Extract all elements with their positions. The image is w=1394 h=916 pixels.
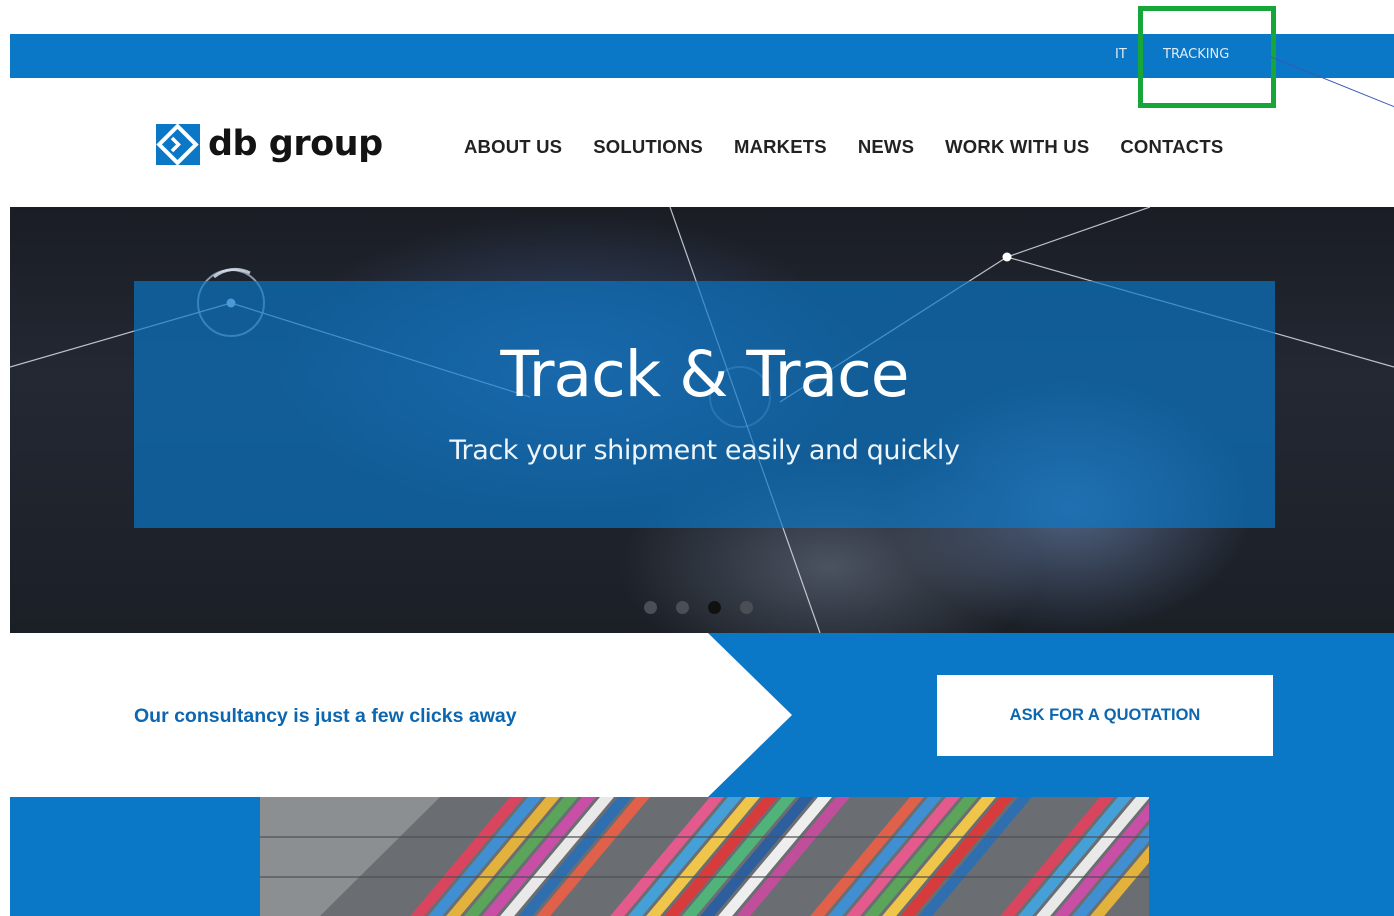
nav-item-solutions[interactable]: SOLUTIONS bbox=[593, 136, 703, 158]
hero-slider: Track & Trace Track your shipment easily… bbox=[10, 207, 1394, 633]
tracking-link[interactable]: TRACKING bbox=[1163, 47, 1229, 62]
quotation-cta-strip: Our consultancy is just a few clicks awa… bbox=[10, 633, 1394, 797]
slider-dot-2[interactable] bbox=[676, 601, 689, 614]
language-switch-it[interactable]: IT bbox=[1115, 47, 1127, 62]
slider-dot-4[interactable] bbox=[740, 601, 753, 614]
main-navigation: ABOUT US SOLUTIONS MARKETS NEWS WORK WIT… bbox=[464, 136, 1223, 158]
nav-item-about-us[interactable]: ABOUT US bbox=[464, 136, 562, 158]
slider-dot-1[interactable] bbox=[644, 601, 657, 614]
nav-item-news[interactable]: NEWS bbox=[858, 136, 914, 158]
nav-item-markets[interactable]: MARKETS bbox=[734, 136, 827, 158]
logo-wordmark: db group bbox=[208, 124, 383, 164]
hero-caption-band: Track & Trace Track your shipment easily… bbox=[134, 281, 1275, 528]
hero-subtitle: Track your shipment easily and quickly bbox=[449, 435, 960, 466]
hero-title: Track & Trace bbox=[500, 338, 909, 411]
nav-item-contacts[interactable]: CONTACTS bbox=[1120, 136, 1223, 158]
nav-item-work-with-us[interactable]: WORK WITH US bbox=[945, 136, 1089, 158]
logo-diamond-icon bbox=[156, 124, 200, 165]
slider-pagination bbox=[644, 601, 772, 614]
brand-logo[interactable]: db group bbox=[156, 124, 383, 165]
slider-dot-3-active[interactable] bbox=[708, 601, 721, 614]
cta-text: Our consultancy is just a few clicks awa… bbox=[134, 705, 517, 727]
shipping-containers-image bbox=[260, 797, 1149, 916]
lower-section bbox=[10, 797, 1394, 916]
ask-for-quotation-button[interactable]: ASK FOR A QUOTATION bbox=[937, 675, 1273, 756]
top-utility-bar: IT TRACKING bbox=[10, 34, 1394, 78]
